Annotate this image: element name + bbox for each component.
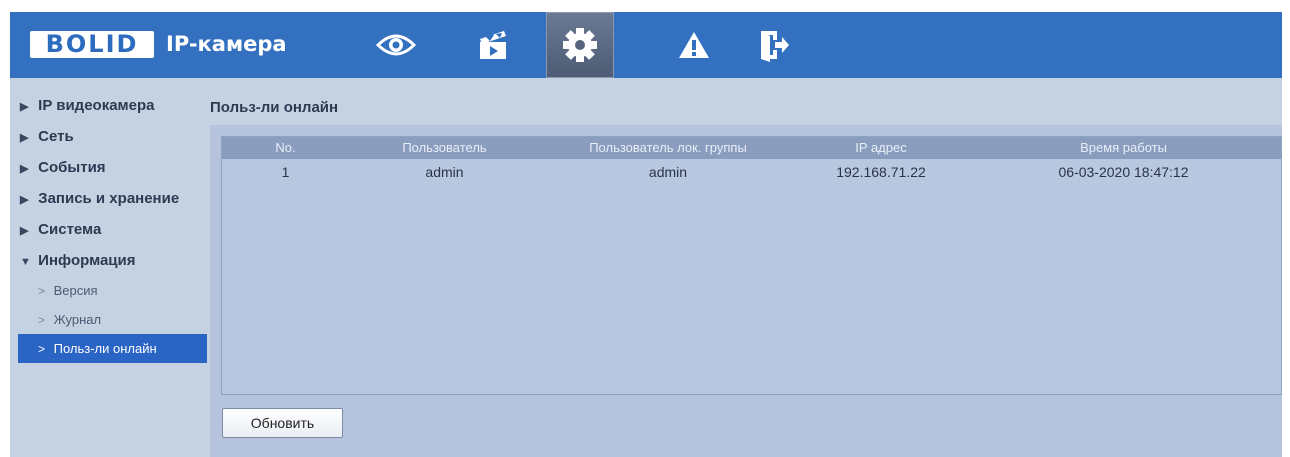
sidebar-subitem-label: Польз-ли онлайн [53, 341, 157, 356]
nav-playback[interactable] [459, 12, 527, 78]
expand-arrow-icon: ▶ [20, 225, 29, 237]
sidebar-item-network[interactable]: ▶ Сеть [10, 121, 210, 152]
collapse-arrow-icon: ▼ [20, 256, 31, 268]
table-header: No. Пользователь Пользователь лок. групп… [222, 137, 1281, 159]
sidebar-item-label: Информация [38, 252, 136, 269]
sidebar-item-label: События [38, 159, 106, 176]
sidebar: ▶ IP видеокамера ▶ Сеть ▶ События ▶ Запи… [10, 90, 210, 363]
sidebar-item-label: Система [38, 221, 102, 238]
clapperboard-icon [478, 29, 508, 61]
sidebar-subitem-online-users[interactable]: > Польз-ли онлайн [18, 334, 207, 363]
main-panel: Польз-ли онлайн No. Пользователь Пользов… [210, 90, 1282, 457]
column-header-ip: IP адрес [855, 140, 907, 155]
cell-no: 1 [281, 164, 290, 180]
nav-settings[interactable] [546, 12, 614, 78]
nav-logout[interactable] [740, 12, 808, 78]
app-window: BOLID IP-камера ▶ IP видеокамера ▶ Сеть … [0, 0, 1290, 457]
page-title: Польз-ли онлайн [210, 99, 339, 116]
sidebar-item-information[interactable]: ▼ Информация [10, 245, 210, 276]
warning-icon [677, 30, 711, 60]
nav-live-view[interactable] [362, 12, 430, 78]
logout-icon [759, 28, 789, 62]
table-row[interactable]: 1 admin admin 192.168.71.22 06-03-2020 1… [222, 161, 1281, 183]
chevron-right-icon: > [38, 313, 46, 327]
cell-group: admin [648, 164, 688, 180]
sidebar-item-ip-camera[interactable]: ▶ IP видеокамера [10, 90, 210, 121]
sidebar-subitem-label: Журнал [53, 312, 102, 327]
chevron-right-icon: > [38, 284, 46, 298]
column-header-user: Пользователь [402, 140, 487, 155]
cell-uptime: 06-03-2020 18:47:12 [1058, 164, 1189, 180]
column-header-no: No. [275, 140, 296, 155]
logo-text: BOLID [30, 31, 154, 58]
sidebar-item-label: IP видеокамера [38, 97, 155, 114]
expand-arrow-icon: ▶ [20, 163, 29, 175]
sidebar-subitem-log[interactable]: > Журнал [10, 305, 210, 334]
online-users-table: No. Пользователь Пользователь лок. групп… [221, 136, 1282, 395]
column-header-uptime: Время работы [1080, 140, 1167, 155]
app-title: IP-камера [166, 32, 287, 56]
chevron-right-icon: > [38, 342, 46, 356]
column-header-group: Пользователь лок. группы [589, 140, 747, 155]
expand-arrow-icon: ▶ [20, 132, 29, 144]
gear-icon [561, 26, 599, 64]
refresh-button[interactable]: Обновить [222, 408, 343, 438]
cell-user: admin [425, 164, 464, 180]
expand-arrow-icon: ▶ [20, 194, 29, 206]
sidebar-item-label: Запись и хранение [38, 190, 180, 207]
eye-icon [376, 30, 416, 60]
nav-alarm[interactable] [660, 12, 728, 78]
top-bar: BOLID IP-камера [10, 12, 1282, 78]
sidebar-item-system[interactable]: ▶ Система [10, 214, 210, 245]
cell-ip: 192.168.71.22 [836, 164, 926, 180]
sidebar-item-storage[interactable]: ▶ Запись и хранение [10, 183, 210, 214]
sidebar-item-events[interactable]: ▶ События [10, 152, 210, 183]
sidebar-item-label: Сеть [38, 128, 74, 145]
sidebar-subitem-version[interactable]: > Версия [10, 276, 210, 305]
expand-arrow-icon: ▶ [20, 101, 29, 113]
sidebar-subitem-label: Версия [53, 283, 98, 298]
